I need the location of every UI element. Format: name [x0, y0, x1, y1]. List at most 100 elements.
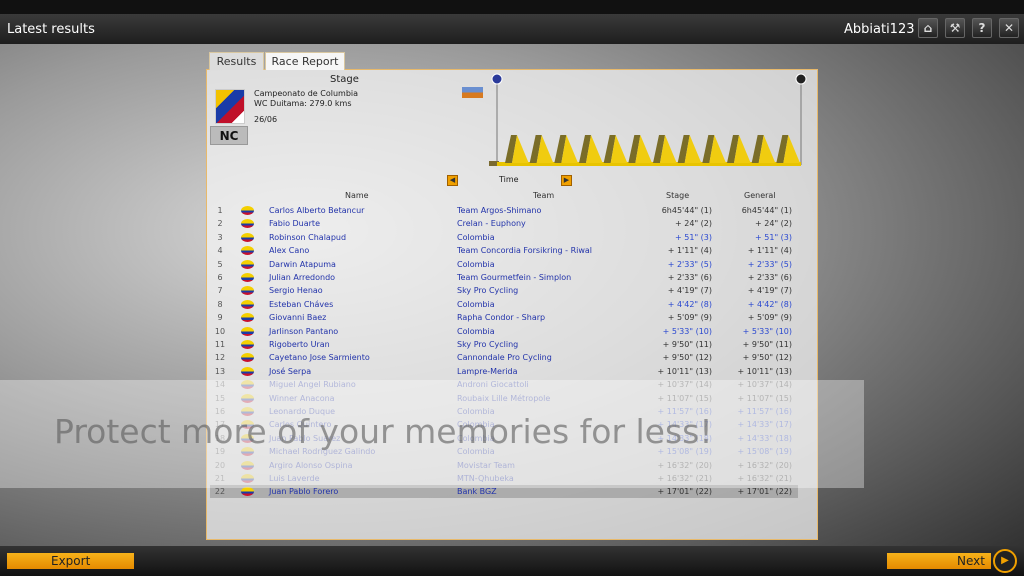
general-time: 6h45'44" (1) — [741, 206, 792, 215]
col-name[interactable]: Name — [345, 191, 369, 200]
stage-heading: Stage — [330, 74, 359, 85]
flag-icon — [241, 219, 254, 229]
stage-time: + 9'50" (11) — [662, 340, 712, 349]
flag-icon — [241, 273, 254, 282]
sort-next-button[interactable]: ▶ — [561, 175, 572, 186]
help-icon[interactable]: ? — [972, 18, 992, 38]
stage-time: + 4'42" (8) — [667, 299, 712, 309]
stage-time: + 51" (3) — [675, 232, 712, 242]
team-name[interactable]: Sky Pro Cycling — [457, 284, 518, 297]
rider-name[interactable]: Cayetano Jose Sarmiento — [269, 351, 370, 364]
flag-icon — [241, 246, 254, 256]
flag-icon — [241, 366, 254, 376]
team-name[interactable]: Colombia — [457, 325, 495, 338]
tab-results[interactable]: Results — [209, 52, 264, 70]
table-row[interactable]: 6 Julian Arredondo Team Gourmetfein - Simp… — [210, 271, 798, 284]
stage-time: + 5'33" (10) — [662, 326, 712, 336]
table-row[interactable]: 2 Fabio Duarte Crelan - Euphony + 24" (2) + … — [210, 217, 798, 230]
team-name[interactable]: Colombia — [457, 258, 495, 271]
rider-name[interactable]: Giovanni Baez — [269, 311, 326, 324]
tab-race-report[interactable]: Race Report — [265, 52, 345, 70]
flag-icon — [241, 259, 254, 269]
wrench-icon[interactable]: ⚒ — [945, 18, 965, 38]
table-row[interactable]: 5 Darwin Atapuma Colombia + 2'33" (5) + 2'33… — [210, 258, 798, 271]
team-name[interactable]: Cannondale Pro Cycling — [457, 351, 552, 364]
sort-prev-button[interactable]: ◀ — [447, 175, 458, 186]
table-row[interactable]: 3 Robinson Chalapud Colombia + 51" (3) + 51"… — [210, 231, 798, 244]
table-row[interactable]: 13 José Serpa Lampre-Merida + 10'11" (13) + … — [210, 365, 798, 378]
rider-name[interactable]: Julian Arredondo — [269, 271, 335, 284]
rank: 3 — [217, 232, 223, 242]
flag-icon — [241, 206, 254, 215]
terrain-icon — [462, 87, 483, 98]
general-time: + 10'11" (13) — [737, 366, 792, 376]
team-name[interactable]: Team Gourmetfein - Simplon — [457, 271, 571, 284]
rank: 13 — [214, 366, 226, 376]
general-time: + 24" (2) — [755, 219, 792, 229]
rank: 9 — [217, 313, 223, 323]
team-name[interactable]: Crelan - Euphony — [457, 217, 526, 230]
general-time: + 9'50" (12) — [742, 353, 792, 363]
stage-profile — [489, 73, 807, 166]
stage-time: + 1'11" (4) — [667, 246, 712, 256]
team-name[interactable]: Team Argos-Shimano — [457, 204, 541, 217]
rider-name[interactable]: Carlos Alberto Betancur — [269, 204, 364, 217]
rider-name[interactable]: Rigoberto Uran — [269, 338, 330, 351]
finish-icon — [795, 73, 807, 85]
team-name[interactable]: Lampre-Merida — [457, 365, 517, 378]
watermark: Protect more of your memories for less! — [54, 412, 713, 451]
sort-label: Time — [499, 175, 519, 184]
flag-icon — [241, 487, 254, 497]
next-arrow-icon[interactable]: ▶ — [993, 549, 1017, 573]
rider-name[interactable]: Alex Cano — [269, 244, 309, 257]
rank: 6 — [217, 273, 223, 282]
stage-time: + 2'33" (6) — [667, 273, 712, 282]
team-name[interactable]: Rapha Condor - Sharp — [457, 311, 545, 324]
table-row[interactable]: 4 Alex Cano Team Concordia Forsikring - Ri… — [210, 244, 798, 257]
rider-name[interactable]: Fabio Duarte — [269, 217, 320, 230]
flag-icon — [241, 286, 254, 296]
table-row[interactable]: 7 Sergio Henao Sky Pro Cycling + 4'19" (7) +… — [210, 284, 798, 297]
race-name: Campeonato de Columbia — [254, 89, 359, 98]
rider-name[interactable]: Darwin Atapuma — [269, 258, 336, 271]
rank: 5 — [217, 259, 223, 269]
home-icon[interactable]: ⌂ — [918, 18, 938, 38]
flag-icon — [241, 299, 254, 309]
table-row[interactable]: 9 Giovanni Baez Rapha Condor - Sharp + 5'09… — [210, 311, 798, 324]
rider-name[interactable]: Robinson Chalapud — [269, 231, 346, 244]
stage-time: + 9'50" (12) — [662, 353, 712, 363]
nc-badge: NC — [210, 126, 248, 145]
close-icon[interactable]: ✕ — [999, 18, 1019, 38]
team-name[interactable]: Sky Pro Cycling — [457, 338, 518, 351]
rider-name[interactable]: José Serpa — [269, 365, 311, 378]
col-stage[interactable]: Stage — [666, 191, 689, 200]
start-icon — [491, 73, 503, 85]
table-row[interactable]: 10 Jarlinson Pantano Colombia + 5'33" (10) +… — [210, 325, 798, 338]
general-time: + 4'42" (8) — [747, 299, 792, 309]
table-row[interactable]: 11 Rigoberto Uran Sky Pro Cycling + 9'50" (… — [210, 338, 798, 351]
col-general[interactable]: General — [744, 191, 776, 200]
flag-icon — [241, 313, 254, 323]
flag-icon — [241, 232, 254, 242]
export-button[interactable]: Export — [7, 553, 134, 569]
rank: 10 — [214, 326, 226, 336]
footer-bar — [0, 546, 1024, 576]
team-name[interactable]: Team Concordia Forsikring - Riwal — [457, 244, 592, 257]
general-time: + 1'11" (4) — [747, 246, 792, 256]
table-row[interactable]: 8 Esteban Cháves Colombia + 4'42" (8) + 4'42… — [210, 298, 798, 311]
flag-icon — [241, 353, 254, 363]
table-row[interactable]: 12 Cayetano Jose Sarmiento Cannondale Pro … — [210, 351, 798, 364]
table-row[interactable]: 1 Carlos Alberto Betancur Team Argos-Shima… — [210, 204, 798, 217]
stage-time: + 5'09" (9) — [667, 313, 712, 323]
general-time: + 5'09" (9) — [747, 313, 792, 323]
rider-name[interactable]: Jarlinson Pantano — [269, 325, 338, 338]
col-team[interactable]: Team — [533, 191, 554, 200]
rank: 7 — [217, 286, 223, 296]
flag-icon — [241, 326, 254, 336]
rider-name[interactable]: Esteban Cháves — [269, 298, 333, 311]
team-name[interactable]: Colombia — [457, 298, 495, 311]
general-time: + 9'50" (11) — [742, 340, 792, 349]
team-name[interactable]: Colombia — [457, 231, 495, 244]
rider-name[interactable]: Sergio Henao — [269, 284, 323, 297]
next-button[interactable]: Next — [887, 553, 991, 569]
